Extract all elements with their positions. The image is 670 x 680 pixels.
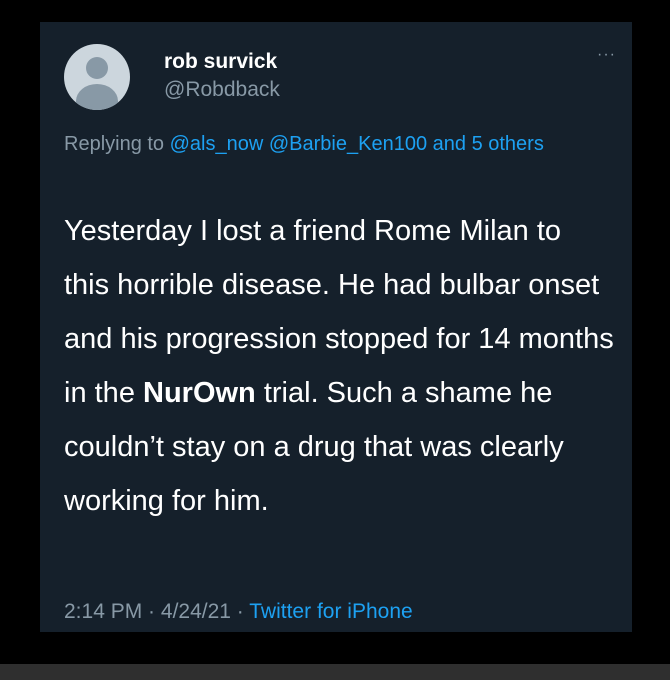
author-name[interactable]: rob survick — [164, 50, 277, 74]
reply-prefix: Replying to — [64, 133, 170, 155]
tweet-source-link[interactable]: Twitter for iPhone — [249, 600, 412, 623]
meta-separator: · — [230, 600, 250, 623]
reply-and: and — [427, 133, 472, 155]
mention-als-now[interactable]: @als_now — [170, 133, 264, 155]
meta-separator: · — [142, 600, 161, 623]
avatar[interactable] — [64, 44, 130, 110]
bottom-bar — [0, 664, 670, 680]
avatar-body-icon — [76, 84, 118, 110]
mention-barbie-ken100[interactable]: @Barbie_Ken100 — [269, 133, 427, 155]
avatar-head-icon — [86, 57, 108, 79]
tweet-date[interactable]: 4/24/21 — [161, 600, 231, 623]
reply-others-link[interactable]: 5 others — [472, 133, 544, 155]
tweet-card: rob survick @Robdback ··· Replying to @a… — [40, 22, 632, 632]
author-handle[interactable]: @Robdback — [164, 78, 280, 102]
more-options-icon[interactable]: ··· — [597, 46, 616, 64]
tweet-text: Yesterday I lost a friend Rome Milan to … — [64, 204, 614, 528]
tweet-text-bold: NurOwn — [143, 377, 256, 409]
reply-context: Replying to @als_now @Barbie_Ken100 and … — [64, 128, 604, 161]
tweet-time[interactable]: 2:14 PM — [64, 600, 142, 623]
tweet-meta: 2:14 PM · 4/24/21 · Twitter for iPhone — [64, 600, 413, 624]
